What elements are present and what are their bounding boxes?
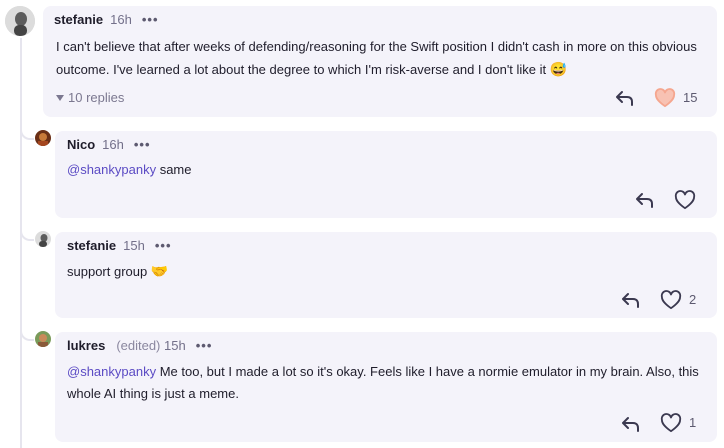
timestamp: 15h	[164, 338, 186, 353]
comment-meta: stefanie 16h •••	[54, 12, 159, 27]
comment-body: support group 🤝	[67, 260, 707, 283]
like-count: 15	[683, 90, 698, 105]
comment-body: I can't believe that after weeks of defe…	[56, 36, 711, 81]
like-button[interactable]	[659, 289, 683, 311]
more-options-icon[interactable]: •••	[196, 338, 213, 353]
timestamp: 15h	[123, 238, 145, 253]
emoji: 😅	[549, 61, 568, 77]
reply-button[interactable]	[619, 290, 641, 310]
reply-button[interactable]	[633, 190, 655, 210]
reply-icon	[622, 293, 639, 308]
thread-line	[20, 38, 22, 448]
more-options-icon[interactable]: •••	[134, 137, 151, 152]
comment-text: same	[159, 162, 192, 177]
more-options-icon[interactable]: •••	[155, 238, 172, 253]
heart-icon	[660, 290, 682, 310]
timestamp: 16h	[102, 137, 124, 152]
toggle-replies-button[interactable]: 10 replies	[56, 90, 124, 105]
comment-meta: Nico 16h •••	[67, 137, 151, 152]
comment-text: I can't believe that after weeks of defe…	[56, 39, 697, 77]
reply-icon	[636, 193, 653, 208]
reply-icon	[616, 91, 633, 106]
reply-icon	[622, 417, 639, 432]
comment-body: @shankypanky same	[67, 159, 707, 181]
avatar-nico[interactable]	[35, 130, 51, 146]
avatar-lukres[interactable]	[35, 331, 51, 347]
author-name[interactable]: stefanie	[54, 12, 103, 27]
avatar-stefanie[interactable]	[5, 6, 35, 36]
replies-count-label: 10 replies	[68, 90, 125, 105]
author-name[interactable]: Nico	[67, 137, 95, 152]
user-mention-link[interactable]: @shankypanky	[67, 162, 156, 177]
heart-icon	[654, 88, 676, 108]
heart-icon	[660, 413, 682, 433]
comment-body: @shankypanky Me too, but I made a lot so…	[67, 361, 707, 405]
like-button[interactable]	[659, 412, 683, 434]
thread-branch	[20, 126, 34, 140]
like-count: 1	[689, 415, 697, 430]
reply-button[interactable]	[619, 414, 641, 434]
like-button[interactable]	[673, 189, 697, 211]
like-count: 2	[689, 292, 697, 307]
timestamp: 16h	[110, 12, 132, 27]
author-name[interactable]: stefanie	[67, 238, 116, 253]
comment-text: support group	[67, 264, 148, 279]
more-options-icon[interactable]: •••	[142, 12, 159, 27]
thread-branch	[20, 227, 34, 241]
reply-button[interactable]	[613, 88, 635, 108]
thread-branch	[20, 327, 34, 341]
avatar-stefanie[interactable]	[35, 231, 51, 247]
heart-icon	[674, 190, 696, 210]
emoji: 🤝	[150, 263, 169, 279]
edited-label: (edited)	[116, 338, 161, 353]
author-name[interactable]: lukres	[67, 338, 105, 353]
caret-down-icon	[56, 94, 64, 101]
comment-meta: stefanie 15h •••	[67, 238, 172, 253]
comment-text: Me too, but I made a lot so it's okay. F…	[67, 364, 699, 401]
like-button[interactable]	[653, 87, 677, 109]
user-mention-link[interactable]: @shankypanky	[67, 364, 156, 379]
comment-meta: lukres (edited) 15h •••	[67, 338, 212, 353]
